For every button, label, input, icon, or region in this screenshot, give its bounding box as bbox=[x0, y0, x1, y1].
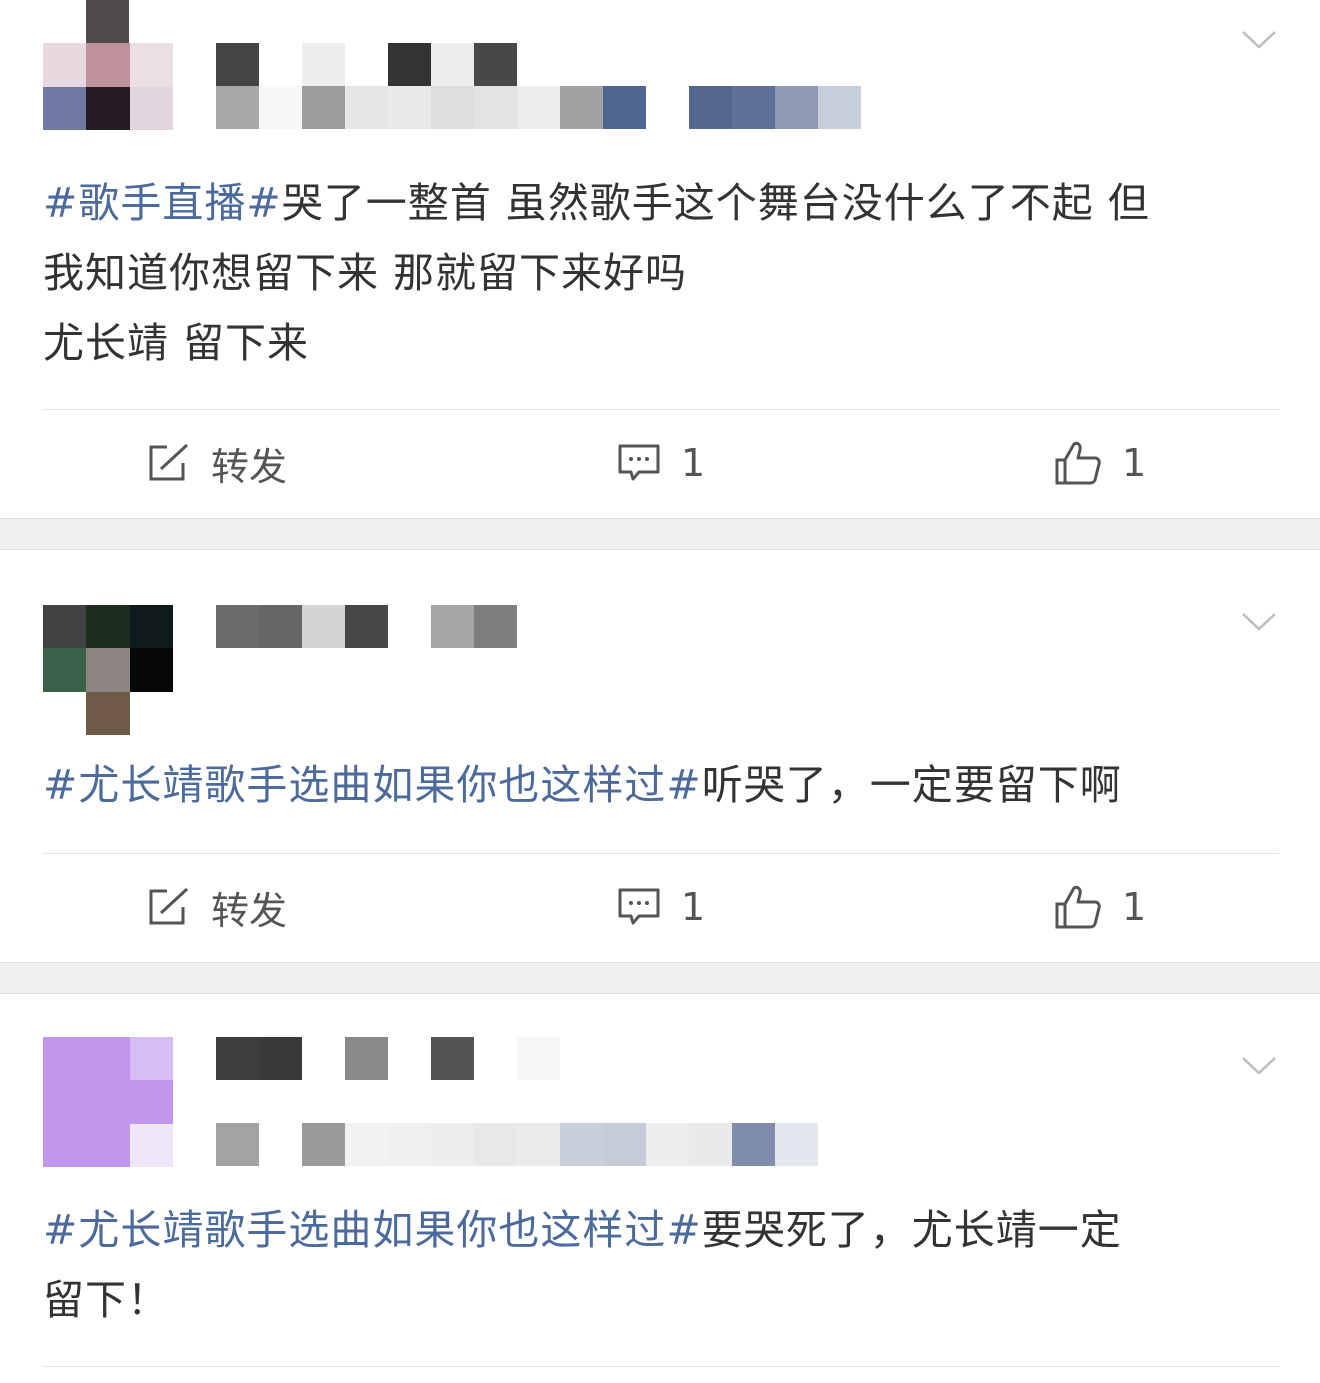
comment-icon bbox=[617, 887, 661, 927]
comment-icon bbox=[617, 443, 661, 483]
comment-button[interactable]: 1 bbox=[617, 433, 705, 493]
post-text: #尤长靖歌手选曲如果你也这样过#要哭死了，尤长靖一定 留下！ bbox=[43, 1195, 1283, 1335]
username-redacted[interactable] bbox=[216, 605, 517, 648]
like-count: 1 bbox=[1122, 441, 1147, 485]
avatar[interactable] bbox=[43, 605, 173, 735]
like-button[interactable]: 1 bbox=[1054, 877, 1146, 937]
avatar[interactable] bbox=[43, 1037, 173, 1167]
comment-count: 1 bbox=[681, 441, 706, 485]
repost-button[interactable]: 转发 bbox=[147, 433, 287, 493]
chevron-down-icon[interactable] bbox=[1242, 30, 1276, 50]
username-redacted[interactable] bbox=[216, 1037, 560, 1080]
post-text-line2: 我知道你想留下来 那就留下来好吗 bbox=[43, 249, 688, 297]
post-meta-redacted bbox=[216, 1123, 818, 1166]
topic-link[interactable]: #尤长靖歌手选曲如果你也这样过# bbox=[43, 761, 702, 809]
like-button[interactable]: 1 bbox=[1054, 433, 1146, 493]
repost-icon bbox=[147, 887, 191, 927]
post-meta-redacted bbox=[216, 86, 861, 129]
card-separator bbox=[0, 962, 1320, 994]
comment-button[interactable]: 1 bbox=[617, 877, 705, 937]
post-text-line3: 尤长靖 留下来 bbox=[43, 319, 310, 367]
repost-icon bbox=[147, 443, 191, 483]
chevron-down-icon[interactable] bbox=[1242, 612, 1276, 632]
repost-label: 转发 bbox=[211, 888, 288, 933]
post-text: #歌手直播#哭了一整首 虽然歌手这个舞台没什么了不起 但 我知道你想留下来 那就… bbox=[43, 168, 1283, 378]
topic-link[interactable]: #歌手直播# bbox=[43, 179, 282, 227]
post-card: #尤长靖歌手选曲如果你也这样过#要哭死了，尤长靖一定 留下！ bbox=[0, 994, 1320, 1383]
like-icon bbox=[1054, 440, 1102, 486]
like-icon bbox=[1054, 884, 1102, 930]
post-text-line1: 哭了一整首 虽然歌手这个舞台没什么了不起 但 bbox=[281, 179, 1150, 227]
repost-label: 转发 bbox=[211, 444, 288, 489]
post-text-line1: 要哭死了，尤长靖一定 bbox=[701, 1206, 1122, 1254]
post-card: #尤长靖歌手选曲如果你也这样过#听哭了，一定要留下啊 转发 1 1 bbox=[0, 550, 1320, 962]
username-redacted[interactable] bbox=[216, 43, 517, 86]
card-separator bbox=[0, 518, 1320, 550]
post-text-line2: 留下！ bbox=[43, 1276, 169, 1324]
comment-count: 1 bbox=[681, 885, 706, 929]
chevron-down-icon[interactable] bbox=[1242, 1056, 1276, 1076]
repost-button[interactable]: 转发 bbox=[147, 877, 287, 937]
post-text: #尤长靖歌手选曲如果你也这样过#听哭了，一定要留下啊 bbox=[43, 750, 1283, 820]
divider bbox=[42, 853, 1279, 854]
divider bbox=[42, 1366, 1279, 1367]
topic-link[interactable]: #尤长靖歌手选曲如果你也这样过# bbox=[43, 1206, 702, 1254]
action-bar: 转发 1 1 bbox=[0, 877, 1320, 937]
post-card: #歌手直播#哭了一整首 虽然歌手这个舞台没什么了不起 但 我知道你想留下来 那就… bbox=[0, 0, 1320, 518]
divider bbox=[42, 409, 1279, 410]
like-count: 1 bbox=[1122, 885, 1147, 929]
action-bar: 转发 1 1 bbox=[0, 433, 1320, 493]
post-text-line1: 听哭了，一定要留下啊 bbox=[701, 761, 1122, 809]
